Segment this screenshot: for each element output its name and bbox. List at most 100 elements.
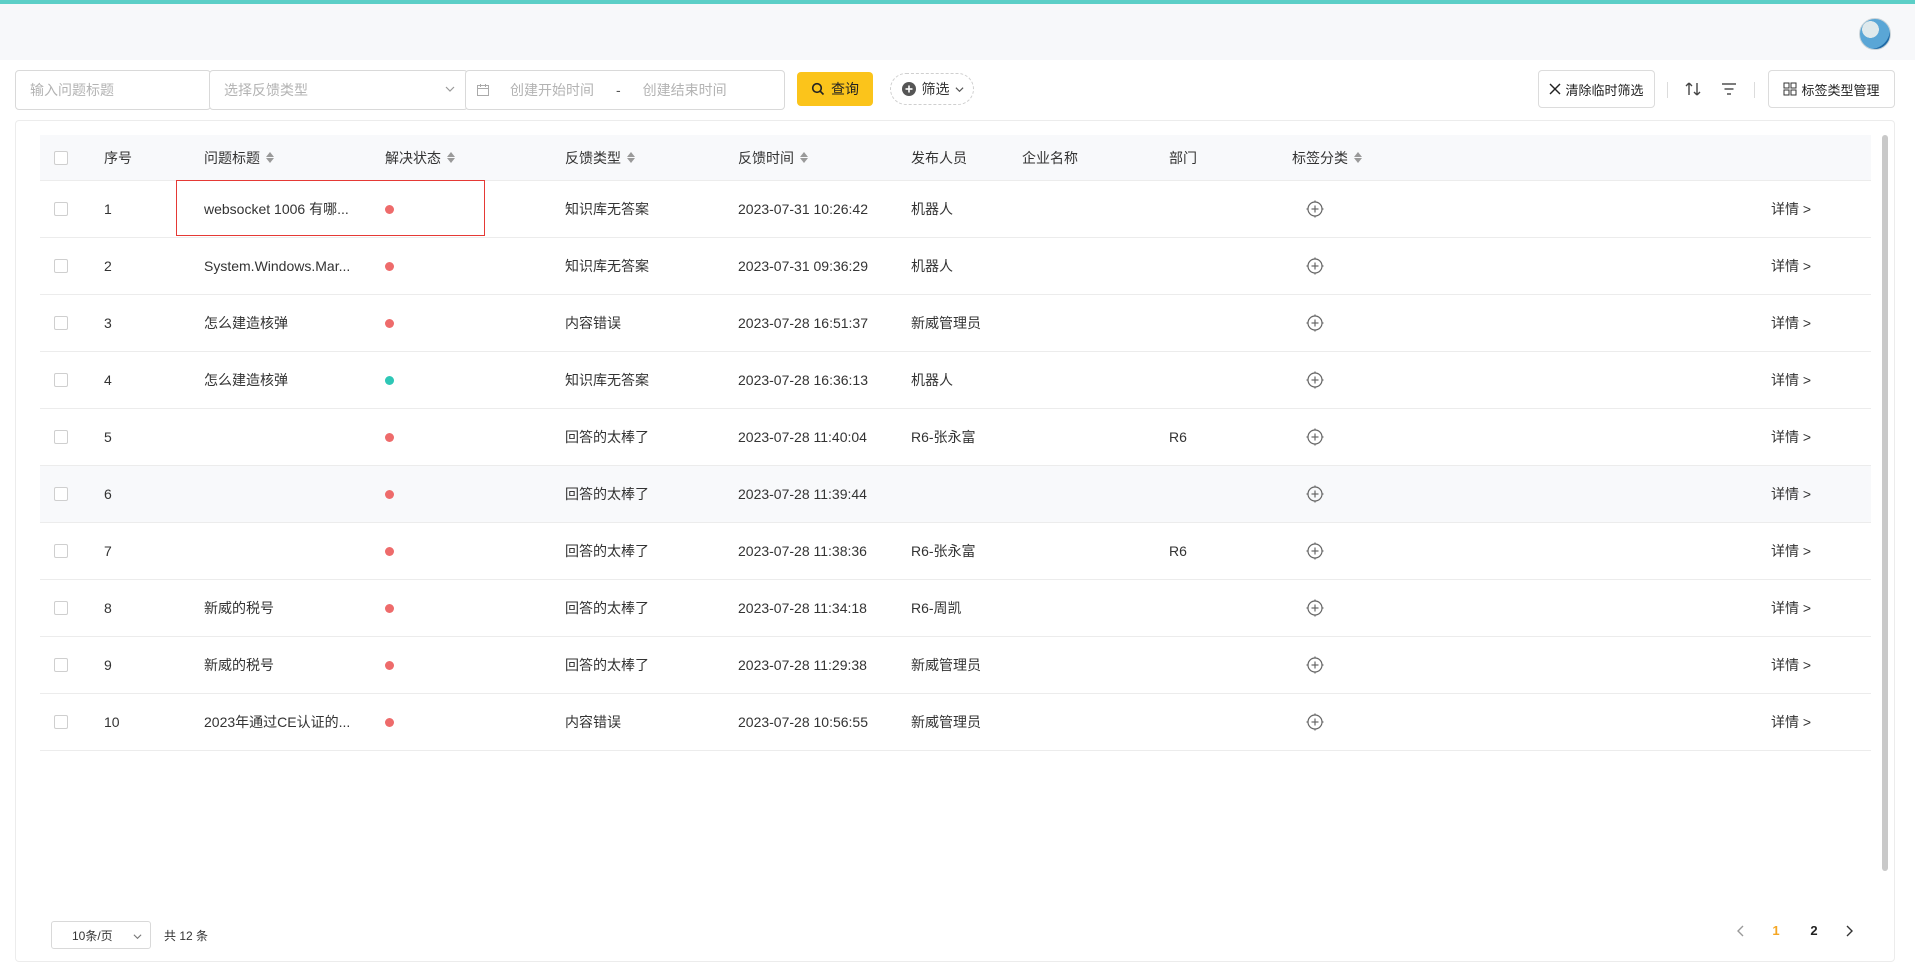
- table-row[interactable]: 6 回答的太棒了 2023-07-28 11:39:44 详情 >: [40, 466, 1871, 523]
- row-checkbox[interactable]: [54, 373, 68, 387]
- cell-tags: [1306, 295, 1324, 351]
- cell-type: 内容错误: [565, 315, 621, 331]
- header-status[interactable]: 解决状态: [385, 135, 455, 180]
- table-row[interactable]: 9 新威的税号 回答的太棒了 2023-07-28 11:29:38 新威管理员 详情 >: [40, 637, 1871, 694]
- header-type[interactable]: 反馈类型: [565, 135, 635, 180]
- header-time[interactable]: 反馈时间: [738, 135, 808, 180]
- cell-time: 2023-07-31 09:36:29: [738, 258, 868, 274]
- feedback-type-select[interactable]: 选择反馈类型: [209, 70, 468, 110]
- cell-publisher: 新威管理员: [911, 315, 981, 331]
- detail-link[interactable]: 详情 >: [1771, 181, 1811, 237]
- filter-button-label: 筛选: [921, 81, 950, 97]
- chevron-down-icon: [133, 934, 142, 940]
- row-checkbox[interactable]: [54, 202, 68, 216]
- cell-publisher: R6-张永富: [911, 429, 976, 445]
- sort-toggle-button[interactable]: [1682, 78, 1704, 100]
- cell-title: 新威的税号: [204, 657, 274, 673]
- row-checkbox[interactable]: [54, 487, 68, 501]
- status-dot: [385, 489, 394, 499]
- row-select-cell: [54, 352, 68, 408]
- cell-index: 3: [104, 315, 112, 331]
- row-checkbox[interactable]: [54, 658, 68, 672]
- page-2-button[interactable]: 2: [1806, 923, 1822, 938]
- query-button[interactable]: 查询: [797, 72, 873, 106]
- cell-dept: R6: [1169, 429, 1187, 445]
- chevron-left-icon[interactable]: [1736, 925, 1746, 937]
- date-end-placeholder: 创建结束时间: [642, 82, 727, 98]
- cell-index: 10: [104, 714, 120, 730]
- page-1-button[interactable]: 1: [1768, 923, 1784, 938]
- status-dot: [385, 432, 394, 442]
- detail-link[interactable]: 详情 >: [1771, 295, 1811, 351]
- row-checkbox[interactable]: [54, 259, 68, 273]
- table-row[interactable]: 3 怎么建造核弹 内容错误 2023-07-28 16:51:37 新威管理员 详情 >: [40, 295, 1871, 352]
- add-tag-icon[interactable]: [1306, 257, 1324, 275]
- cell-index: 2: [104, 258, 112, 274]
- table-row[interactable]: 10 2023年通过CE认证的... 内容错误 2023-07-28 10:56:55…: [40, 694, 1871, 751]
- add-tag-icon[interactable]: [1306, 599, 1324, 617]
- sort-icon: [627, 152, 635, 163]
- date-separator: -: [616, 82, 621, 98]
- filter-lines-icon: [1722, 83, 1736, 95]
- row-checkbox[interactable]: [54, 601, 68, 615]
- add-tag-icon[interactable]: [1306, 656, 1324, 674]
- vertical-scrollbar[interactable]: [1882, 135, 1888, 871]
- add-tag-icon[interactable]: [1306, 542, 1324, 560]
- detail-link[interactable]: 详情 >: [1771, 637, 1811, 693]
- detail-link[interactable]: 详情 >: [1771, 409, 1811, 465]
- table-body: 1 websocket 1006 有哪... 知识库无答案 2023-07-31 10…: [40, 181, 1871, 751]
- row-checkbox[interactable]: [54, 316, 68, 330]
- filter-button[interactable]: 筛选: [890, 73, 974, 105]
- header-title-label: 问题标题: [204, 149, 260, 166]
- cell-tags: [1306, 409, 1324, 465]
- cell-dept: R6: [1169, 543, 1187, 559]
- row-checkbox[interactable]: [54, 544, 68, 558]
- cell-title: [204, 523, 364, 579]
- avatar[interactable]: [1859, 18, 1891, 50]
- title-search-input[interactable]: 输入问题标题: [15, 70, 211, 110]
- row-select-cell: [54, 181, 68, 237]
- add-tag-icon[interactable]: [1306, 485, 1324, 503]
- add-tag-icon[interactable]: [1306, 314, 1324, 332]
- detail-link[interactable]: 详情 >: [1771, 466, 1811, 522]
- header-tags[interactable]: 标签分类: [1292, 135, 1362, 180]
- header-type-label: 反馈类型: [565, 149, 621, 166]
- close-icon: [1549, 83, 1561, 95]
- add-tag-icon[interactable]: [1306, 428, 1324, 446]
- table-row[interactable]: 4 怎么建造核弹 知识库无答案 2023-07-28 16:36:13 机器人 详情 >: [40, 352, 1871, 409]
- tag-type-manage-button[interactable]: 标签类型管理: [1768, 70, 1895, 108]
- pagination: 1 2: [1736, 923, 1854, 938]
- header-dept: 部门: [1169, 149, 1197, 166]
- table-row[interactable]: 2 System.Windows.Mar... 知识库无答案 2023-07-31 0…: [40, 238, 1871, 295]
- cell-tags: [1306, 181, 1324, 237]
- add-tag-icon[interactable]: [1306, 200, 1324, 218]
- filter-list-button[interactable]: [1718, 78, 1740, 100]
- add-tag-icon[interactable]: [1306, 371, 1324, 389]
- detail-link[interactable]: 详情 >: [1771, 580, 1811, 636]
- cell-publisher: R6-周凯: [911, 600, 962, 616]
- detail-link[interactable]: 详情 >: [1771, 238, 1811, 294]
- detail-link[interactable]: 详情 >: [1771, 352, 1811, 408]
- chevron-right-icon[interactable]: [1844, 925, 1854, 937]
- detail-link[interactable]: 详情 >: [1771, 523, 1811, 579]
- table-row[interactable]: 8 新威的税号 回答的太棒了 2023-07-28 11:34:18 R6-周凯 详情 >: [40, 580, 1871, 637]
- detail-link[interactable]: 详情 >: [1771, 694, 1811, 750]
- header-title[interactable]: 问题标题: [204, 135, 274, 180]
- chevron-down-icon: [954, 86, 964, 92]
- date-range-picker[interactable]: 创建开始时间 - 创建结束时间: [465, 70, 785, 110]
- row-select-cell: [54, 523, 68, 579]
- cell-type: 内容错误: [565, 714, 621, 730]
- cell-status: [385, 637, 394, 693]
- header-index: 序号: [104, 149, 132, 166]
- grid-icon: [1783, 82, 1797, 96]
- table-row[interactable]: 5 回答的太棒了 2023-07-28 11:40:04 R6-张永富 R6 详情 >: [40, 409, 1871, 466]
- select-all-checkbox[interactable]: [54, 150, 68, 165]
- row-checkbox[interactable]: [54, 430, 68, 444]
- page-size-select[interactable]: 10条/页: [51, 921, 151, 949]
- cell-index: 4: [104, 372, 112, 388]
- clear-temp-filter-button[interactable]: 清除临时筛选: [1538, 70, 1655, 108]
- table-row[interactable]: 7 回答的太棒了 2023-07-28 11:38:36 R6-张永富 R6 详情 >: [40, 523, 1871, 580]
- row-checkbox[interactable]: [54, 715, 68, 729]
- add-tag-icon[interactable]: [1306, 713, 1324, 731]
- table-row[interactable]: 1 websocket 1006 有哪... 知识库无答案 2023-07-31 10…: [40, 181, 1871, 238]
